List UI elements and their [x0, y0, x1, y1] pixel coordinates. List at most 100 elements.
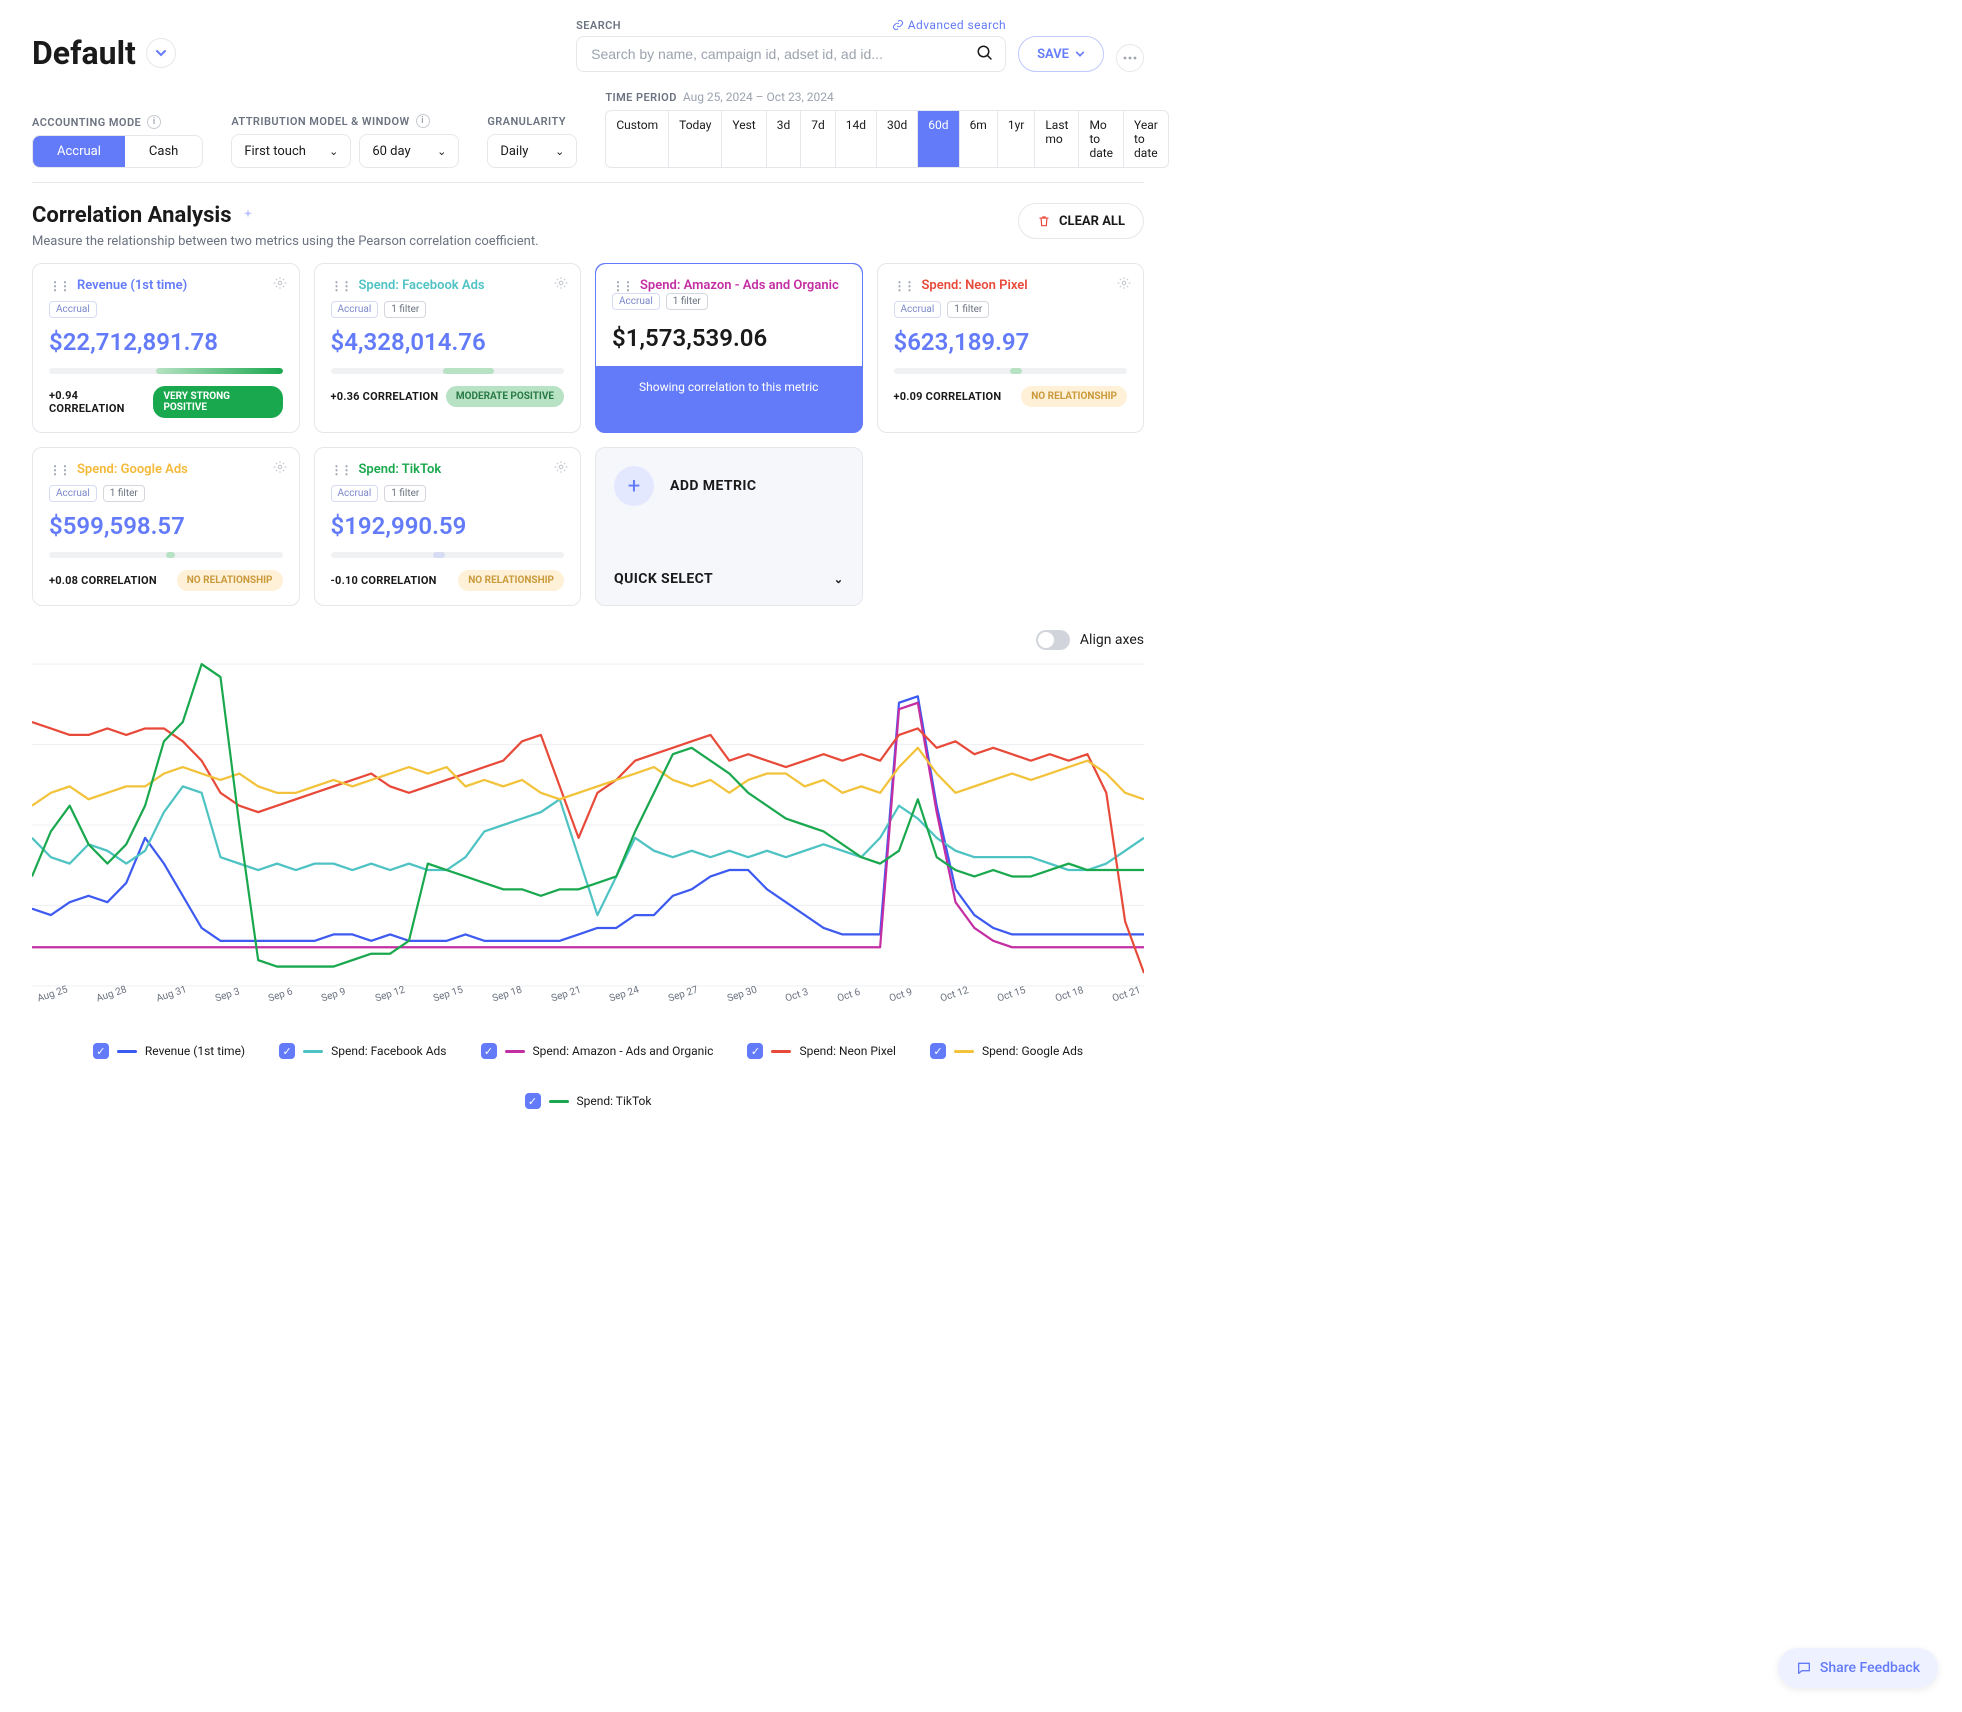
drag-handle-icon[interactable]: ⋮⋮ [49, 463, 69, 477]
time-pill-30d[interactable]: 30d [876, 111, 917, 167]
time-pill-1yr[interactable]: 1yr [997, 111, 1035, 167]
legend-item-spend-google-ads[interactable]: ✓Spend: Google Ads [930, 1043, 1083, 1059]
time-pill-6m[interactable]: 6m [959, 111, 997, 167]
quick-select-button[interactable]: QUICK SELECT ⌄ [614, 571, 844, 587]
correlation-text: -0.10 CORRELATION [331, 574, 437, 587]
share-feedback-button[interactable]: Share Feedback [1778, 1648, 1938, 1688]
share-feedback-label: Share Feedback [1820, 1660, 1920, 1676]
align-axes-toggle[interactable] [1036, 630, 1070, 650]
section-title: Correlation Analysis [32, 203, 539, 228]
checkbox-icon[interactable]: ✓ [93, 1043, 109, 1059]
time-pill-mo-to-date[interactable]: Mo to date [1078, 111, 1123, 167]
granularity-select[interactable]: Daily⌄ [487, 134, 577, 168]
legend-item-spend-amazon-ads-and-organic[interactable]: ✓ Spend: Amazon - Ads and Organic [481, 1043, 714, 1059]
advanced-search-label: Advanced search [908, 18, 1006, 32]
more-menu-button[interactable] [1116, 44, 1144, 72]
metric-value: $1,573,539.06 [596, 310, 862, 366]
save-button[interactable]: SAVE [1018, 36, 1104, 72]
sparkle-icon [240, 208, 256, 224]
time-pill-3d[interactable]: 3d [766, 111, 801, 167]
checkbox-icon[interactable]: ✓ [525, 1093, 541, 1109]
attribution-window-select[interactable]: 60 day⌄ [359, 134, 459, 168]
series-revenue-1st-time- [32, 696, 1144, 941]
metric-value: $192,990.59 [331, 512, 565, 540]
correlation-pill: VERY STRONG POSITIVE [153, 386, 282, 418]
metric-value: $4,328,014.76 [331, 328, 565, 356]
drag-handle-icon[interactable]: ⋮⋮ [612, 279, 632, 293]
gear-icon[interactable] [554, 276, 568, 290]
checkbox-icon[interactable]: ✓ [930, 1043, 946, 1059]
info-icon[interactable]: i [416, 114, 430, 128]
time-period-label: TIME PERIOD Aug 25, 2024 – Oct 23, 2024 [605, 90, 1169, 104]
legend-label: Spend: TikTok [577, 1094, 652, 1108]
legend-label: Spend: Neon Pixel [799, 1044, 895, 1058]
attribution-label: ATTRIBUTION MODEL & WINDOWi [231, 114, 459, 128]
metric-card-facebook[interactable]: ⋮⋮Spend: Facebook AdsAccrual1 filter$4,3… [314, 263, 582, 433]
drag-handle-icon[interactable]: ⋮⋮ [49, 279, 69, 293]
chevron-down-icon [155, 47, 167, 59]
metric-tag: Accrual [49, 301, 97, 318]
metric-card-tiktok[interactable]: ⋮⋮Spend: TikTokAccrual1 filter$192,990.5… [314, 447, 582, 606]
metric-tag: 1 filter [103, 485, 145, 502]
quick-select-label: QUICK SELECT [614, 571, 713, 587]
checkbox-icon[interactable]: ✓ [279, 1043, 295, 1059]
metric-tag: Accrual [612, 293, 660, 310]
series-spend-facebook-ads [32, 786, 1144, 915]
time-pill-year-to-date[interactable]: Year to date [1123, 111, 1168, 167]
checkbox-icon[interactable]: ✓ [747, 1043, 763, 1059]
chevron-down-icon: ⌄ [555, 145, 564, 158]
add-metric-button[interactable]: + ADD METRIC [614, 466, 844, 506]
color-swatch [505, 1050, 525, 1053]
link-icon [892, 19, 904, 31]
section-subtitle: Measure the relationship between two met… [32, 234, 539, 249]
legend-item-spend-tiktok[interactable]: ✓ Spend: TikTok [525, 1093, 652, 1109]
drag-handle-icon[interactable]: ⋮⋮ [331, 463, 351, 477]
add-metric-label: ADD METRIC [670, 478, 756, 494]
metric-card-amazon[interactable]: ⋮⋮Spend: Amazon - Ads and OrganicAccrual… [595, 263, 863, 433]
accounting-cash[interactable]: Cash [125, 136, 202, 167]
metric-tag: 1 filter [384, 301, 426, 318]
search-input[interactable] [576, 36, 1006, 72]
gear-icon[interactable] [273, 460, 287, 474]
metric-card-google[interactable]: ⋮⋮Spend: Google AdsAccrual1 filter$599,5… [32, 447, 300, 606]
legend-item-spend-facebook-ads[interactable]: ✓Spend: Facebook Ads [279, 1043, 446, 1059]
chevron-down-icon [1075, 49, 1085, 59]
color-swatch [954, 1050, 974, 1053]
correlation-chart [32, 660, 1144, 990]
metric-card-revenue[interactable]: ⋮⋮Revenue (1st time)Accrual$22,712,891.7… [32, 263, 300, 433]
correlation-text: +0.36 CORRELATION [331, 390, 439, 403]
title-dropdown-button[interactable] [146, 38, 176, 68]
accounting-label: ACCOUNTING MODEi [32, 115, 203, 129]
metric-value: $22,712,891.78 [49, 328, 283, 356]
checkbox-icon[interactable]: ✓ [481, 1043, 497, 1059]
correlation-pill: NO RELATIONSHIP [177, 570, 283, 591]
time-pill-last-mo[interactable]: Last mo [1034, 111, 1078, 167]
time-pill-60d[interactable]: 60d [917, 111, 958, 167]
attribution-model-select[interactable]: First touch⌄ [231, 134, 351, 168]
clear-all-button[interactable]: CLEAR ALL [1018, 203, 1144, 239]
accounting-accrual[interactable]: Accrual [33, 136, 125, 167]
chevron-down-icon: ⌄ [437, 145, 446, 158]
gear-icon[interactable] [273, 276, 287, 290]
legend-label: Spend: Amazon - Ads and Organic [533, 1044, 714, 1058]
drag-handle-icon[interactable]: ⋮⋮ [331, 279, 351, 293]
metric-card-neon[interactable]: ⋮⋮Spend: Neon PixelAccrual1 filter$623,1… [877, 263, 1145, 433]
clear-all-label: CLEAR ALL [1059, 214, 1125, 229]
drag-handle-icon[interactable]: ⋮⋮ [894, 279, 914, 293]
info-icon[interactable]: i [147, 115, 161, 129]
advanced-search-link[interactable]: Advanced search [892, 18, 1006, 32]
time-pill-7d[interactable]: 7d [800, 111, 835, 167]
correlation-bar [49, 552, 283, 558]
chevron-down-icon: ⌄ [834, 573, 844, 586]
gear-icon[interactable] [1117, 276, 1131, 290]
time-pill-custom[interactable]: Custom [606, 111, 668, 167]
time-pill-yest[interactable]: Yest [721, 111, 765, 167]
metric-name: Spend: Neon Pixel [922, 278, 1028, 293]
time-pill-today[interactable]: Today [668, 111, 721, 167]
accounting-mode-toggle[interactable]: Accrual Cash [32, 135, 203, 168]
legend-item-revenue-1st-time-[interactable]: ✓Revenue (1st time) [93, 1043, 245, 1059]
gear-icon[interactable] [554, 460, 568, 474]
dots-icon [1123, 56, 1137, 60]
legend-item-spend-neon-pixel[interactable]: ✓ Spend: Neon Pixel [747, 1043, 895, 1059]
time-pill-14d[interactable]: 14d [835, 111, 876, 167]
